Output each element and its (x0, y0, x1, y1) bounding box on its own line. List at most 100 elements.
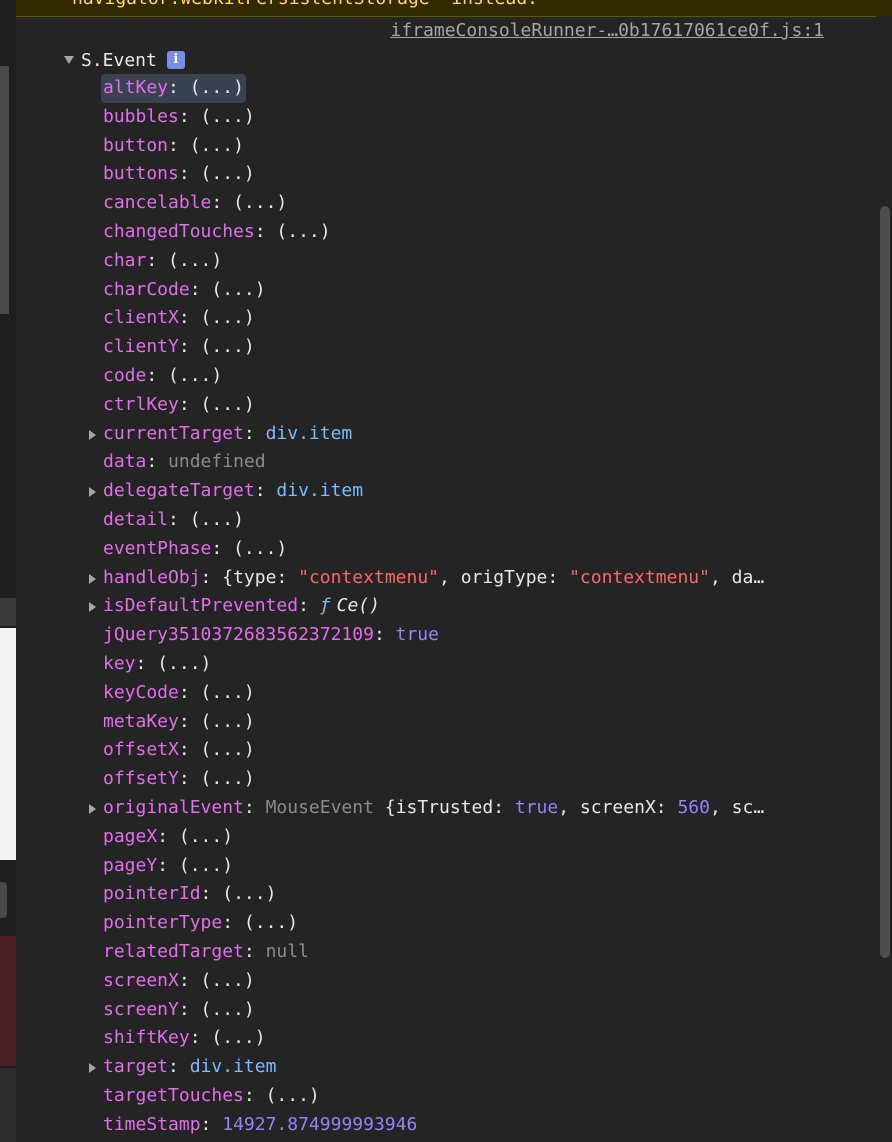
expand-triangle-icon[interactable] (89, 1063, 96, 1074)
property-row-target[interactable]: target: div.item (86, 1053, 846, 1082)
property-row-timeStamp[interactable]: timeStamp: 14927.874999993946 (86, 1111, 846, 1140)
property-key: offsetX (103, 739, 179, 761)
property-row-pointerType[interactable]: pointerType: (...) (86, 909, 846, 938)
property-row-key[interactable]: key: (...) (86, 650, 846, 679)
getter-invoke[interactable]: (...) (211, 279, 265, 300)
property-row-offsetX[interactable]: offsetX: (...) (86, 736, 846, 765)
property-row-keyCode[interactable]: keyCode: (...) (86, 679, 846, 708)
colon-separator: : (200, 566, 223, 588)
property-row-ctrlKey[interactable]: ctrlKey: (...) (86, 391, 846, 420)
property-row-altKey[interactable]: altKey: (...) (86, 74, 846, 103)
expand-triangle-icon[interactable] (89, 487, 96, 498)
property-key: detail (103, 508, 169, 530)
property-row-screenY[interactable]: screenY: (...) (86, 996, 846, 1025)
property-row-jQuery3510372683562372109[interactable]: jQuery3510372683562372109: true (86, 621, 846, 650)
property-row-cancelable[interactable]: cancelable: (...) (86, 189, 846, 218)
property-row-data[interactable]: data: undefined (86, 448, 846, 477)
getter-invoke[interactable]: (...) (168, 250, 222, 271)
property-row-char[interactable]: char: (...) (86, 247, 846, 276)
property-content: buttons: (...) (103, 160, 255, 189)
expand-triangle-icon[interactable] (89, 803, 96, 814)
source-link[interactable]: iframeConsoleRunner-…0b17617061ce0f.js:1 (391, 20, 824, 41)
expand-triangle-icon[interactable] (89, 429, 96, 440)
property-row-shiftKey[interactable]: shiftKey: (...) (86, 1024, 846, 1053)
property-row-code[interactable]: code: (...) (86, 362, 846, 391)
node-value[interactable]: div.item (276, 480, 363, 501)
getter-invoke[interactable]: (...) (201, 768, 255, 789)
property-row-metaKey[interactable]: metaKey: (...) (86, 708, 846, 737)
collapse-triangle-icon[interactable] (64, 56, 74, 64)
gutter-scrollbar-thumb[interactable] (0, 66, 9, 314)
info-icon[interactable]: i (166, 51, 185, 69)
getter-invoke[interactable]: (...) (266, 1085, 320, 1106)
property-key: clientY (103, 336, 179, 358)
getter-invoke[interactable]: (...) (190, 135, 244, 156)
property-row-changedTouches[interactable]: changedTouches: (...) (86, 218, 846, 247)
property-key: cancelable (103, 192, 212, 214)
gutter-handle[interactable] (0, 882, 7, 918)
getter-invoke[interactable]: (...) (276, 221, 330, 242)
property-row-charCode[interactable]: charCode: (...) (86, 276, 846, 305)
node-value[interactable]: div.item (266, 423, 353, 444)
property-row-originalEvent[interactable]: originalEvent: MouseEvent {isTrusted: tr… (86, 794, 846, 823)
getter-invoke[interactable]: (...) (201, 739, 255, 760)
property-row-targetTouches[interactable]: targetTouches: (...) (86, 1082, 846, 1111)
getter-invoke[interactable]: (...) (201, 682, 255, 703)
scrollbar-thumb[interactable] (880, 206, 890, 958)
getter-invoke[interactable]: (...) (201, 106, 255, 127)
colon-separator: : (200, 883, 223, 905)
getter-invoke[interactable]: (...) (201, 970, 255, 991)
property-row-pageX[interactable]: pageX: (...) (86, 823, 846, 852)
property-key: originalEvent (103, 796, 244, 818)
getter-invoke[interactable]: (...) (233, 538, 287, 559)
property-row-buttons[interactable]: buttons: (...) (86, 160, 846, 189)
property-row-clientY[interactable]: clientY: (...) (86, 333, 846, 362)
property-row-relatedTarget[interactable]: relatedTarget: null (86, 938, 846, 967)
getter-invoke[interactable]: (...) (244, 912, 298, 933)
property-row-handleObj[interactable]: handleObj: {type: "contextmenu", origTyp… (86, 564, 846, 593)
colon-separator: : (168, 1056, 190, 1078)
property-row-offsetY[interactable]: offsetY: (...) (86, 765, 846, 794)
property-row-screenX[interactable]: screenX: (...) (86, 967, 846, 996)
expand-triangle-icon[interactable] (89, 602, 96, 613)
getter-invoke[interactable]: (...) (190, 77, 244, 98)
getter-invoke[interactable]: (...) (201, 307, 255, 328)
property-row-eventPhase[interactable]: eventPhase: (...) (86, 535, 846, 564)
getter-invoke[interactable]: (...) (201, 999, 255, 1020)
property-key: code (103, 364, 147, 386)
getter-invoke[interactable]: (...) (179, 826, 233, 847)
property-row-delegateTarget[interactable]: delegateTarget: div.item (86, 477, 846, 506)
vertical-scrollbar[interactable] (876, 16, 892, 1142)
property-row-clientX[interactable]: clientX: (...) (86, 304, 846, 333)
property-row-isDefaultPrevented[interactable]: isDefaultPrevented: ƒ Ce() (86, 592, 846, 621)
colon-separator: : (178, 336, 201, 358)
property-content: pointerId: (...) (103, 880, 276, 909)
getter-invoke[interactable]: (...) (179, 855, 233, 876)
getter-invoke[interactable]: (...) (201, 336, 255, 357)
property-row-button[interactable]: button: (...) (86, 132, 846, 161)
colon-separator: : (178, 393, 201, 415)
property-content: target: div.item (103, 1053, 276, 1082)
getter-invoke[interactable]: (...) (168, 365, 222, 386)
expand-triangle-icon[interactable] (89, 573, 96, 584)
property-row-bubbles[interactable]: bubbles: (...) (86, 103, 846, 132)
property-content: charCode: (...) (103, 276, 266, 305)
getter-invoke[interactable]: (...) (201, 711, 255, 732)
console-warning-message: navigator.webkitPersistentStorage' inste… (16, 0, 892, 17)
property-key: key (103, 652, 136, 674)
getter-invoke[interactable]: (...) (201, 394, 255, 415)
property-row-pointerId[interactable]: pointerId: (...) (86, 880, 846, 909)
getter-invoke[interactable]: (...) (211, 1027, 265, 1048)
object-header[interactable]: S.Event i (64, 48, 185, 72)
getter-invoke[interactable]: (...) (190, 509, 244, 530)
property-row-detail[interactable]: detail: (...) (86, 506, 846, 535)
getter-invoke[interactable]: (...) (157, 653, 211, 674)
property-row-pageY[interactable]: pageY: (...) (86, 852, 846, 881)
property-row-currentTarget[interactable]: currentTarget: div.item (86, 420, 846, 449)
property-key: offsetY (103, 768, 179, 790)
node-value[interactable]: div.item (190, 1056, 277, 1077)
getter-invoke[interactable]: (...) (201, 163, 255, 184)
getter-invoke[interactable]: (...) (222, 883, 276, 904)
getter-invoke[interactable]: (...) (233, 192, 287, 213)
preview-key: origType (460, 566, 548, 588)
